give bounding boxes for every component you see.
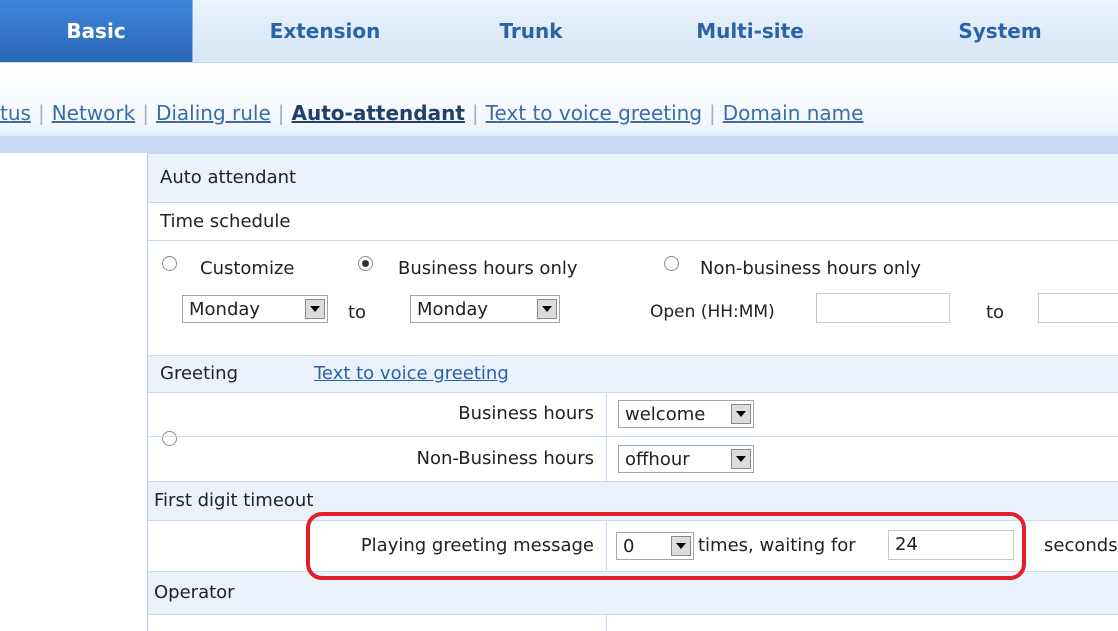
greeting-label: Greeting xyxy=(160,363,238,384)
chevron-down-icon xyxy=(731,404,751,424)
to-label-1: to xyxy=(348,302,367,323)
non-business-hours-select[interactable]: offhour xyxy=(618,445,754,473)
open-label: Open (HH:MM) xyxy=(650,302,775,322)
subnav-dialing-rule[interactable]: Dialing rule xyxy=(156,101,271,125)
subnav-auto-attendant[interactable]: Auto-attendant xyxy=(292,101,465,125)
day-from-select[interactable]: Monday xyxy=(182,295,328,323)
tab-extension[interactable]: Extension xyxy=(235,0,415,62)
time-schedule-row: Time schedule xyxy=(148,202,1118,241)
business-hours-only-label: Business hours only xyxy=(398,258,578,279)
first-digit-timeout-label: First digit timeout xyxy=(154,490,314,511)
close-time-input[interactable] xyxy=(1038,293,1118,323)
subnav-network[interactable]: Network xyxy=(52,101,136,125)
subnav: tus | Network | Dialing rule | Auto-attendant |… xyxy=(0,101,864,125)
subnav-text-to-voice-greeting[interactable]: Text to voice greeting xyxy=(486,101,702,125)
tab-basic[interactable]: Basic xyxy=(0,0,193,62)
tab-trunk[interactable]: Trunk xyxy=(456,0,606,62)
chevron-down-icon xyxy=(731,449,751,469)
chevron-down-icon xyxy=(305,299,325,319)
schedule-options: Customize Business hours only Non-busine… xyxy=(148,240,1118,323)
panel-title-row: Auto attendant xyxy=(148,154,1118,203)
customize-label: Customize xyxy=(200,258,295,279)
non-business-hours-label: Non-Business hours xyxy=(416,448,594,469)
subnav-domain-name[interactable]: Domain name xyxy=(723,101,864,125)
day-to-value: Monday xyxy=(417,299,489,320)
to-label-2: to xyxy=(986,302,1005,323)
radio-business-hours-only[interactable] xyxy=(358,256,373,271)
operator-label: Operator xyxy=(154,582,235,603)
day-to-select[interactable]: Monday xyxy=(410,295,560,323)
radio-non-business-hours-only[interactable] xyxy=(664,256,679,271)
open-time-input[interactable] xyxy=(816,293,950,323)
greeting-row: Greeting Text to voice greeting xyxy=(148,355,1118,393)
top-nav-bar: Basic Extension Trunk Multi-site System xyxy=(0,0,1118,63)
non-business-hours-only-label: Non-business hours only xyxy=(700,258,921,279)
business-hours-label: Business hours xyxy=(458,403,594,424)
time-schedule-label: Time schedule xyxy=(160,211,291,232)
greeting-tts-link[interactable]: Text to voice greeting xyxy=(314,365,509,383)
day-from-value: Monday xyxy=(189,299,261,320)
panel-title: Auto attendant xyxy=(160,167,297,188)
radio-customize[interactable] xyxy=(162,256,177,271)
tab-multi-site[interactable]: Multi-site xyxy=(660,0,840,62)
non-business-hours-value: offhour xyxy=(625,449,690,470)
business-hours-select[interactable]: welcome xyxy=(618,400,754,428)
business-hours-value: welcome xyxy=(625,404,706,425)
seconds-label: seconds xyxy=(1044,535,1118,556)
subnav-status[interactable]: tus xyxy=(0,101,31,125)
chevron-down-icon xyxy=(537,299,557,319)
left-pane xyxy=(0,153,147,631)
operator-detail-row xyxy=(148,615,1118,631)
non-business-hours-row: Non-Business hours offhour xyxy=(148,437,1118,482)
highlight-annotation xyxy=(306,512,1026,580)
subnav-strip xyxy=(0,136,1118,154)
tab-system[interactable]: System xyxy=(920,0,1080,62)
business-hours-row: Business hours welcome xyxy=(148,392,1118,437)
